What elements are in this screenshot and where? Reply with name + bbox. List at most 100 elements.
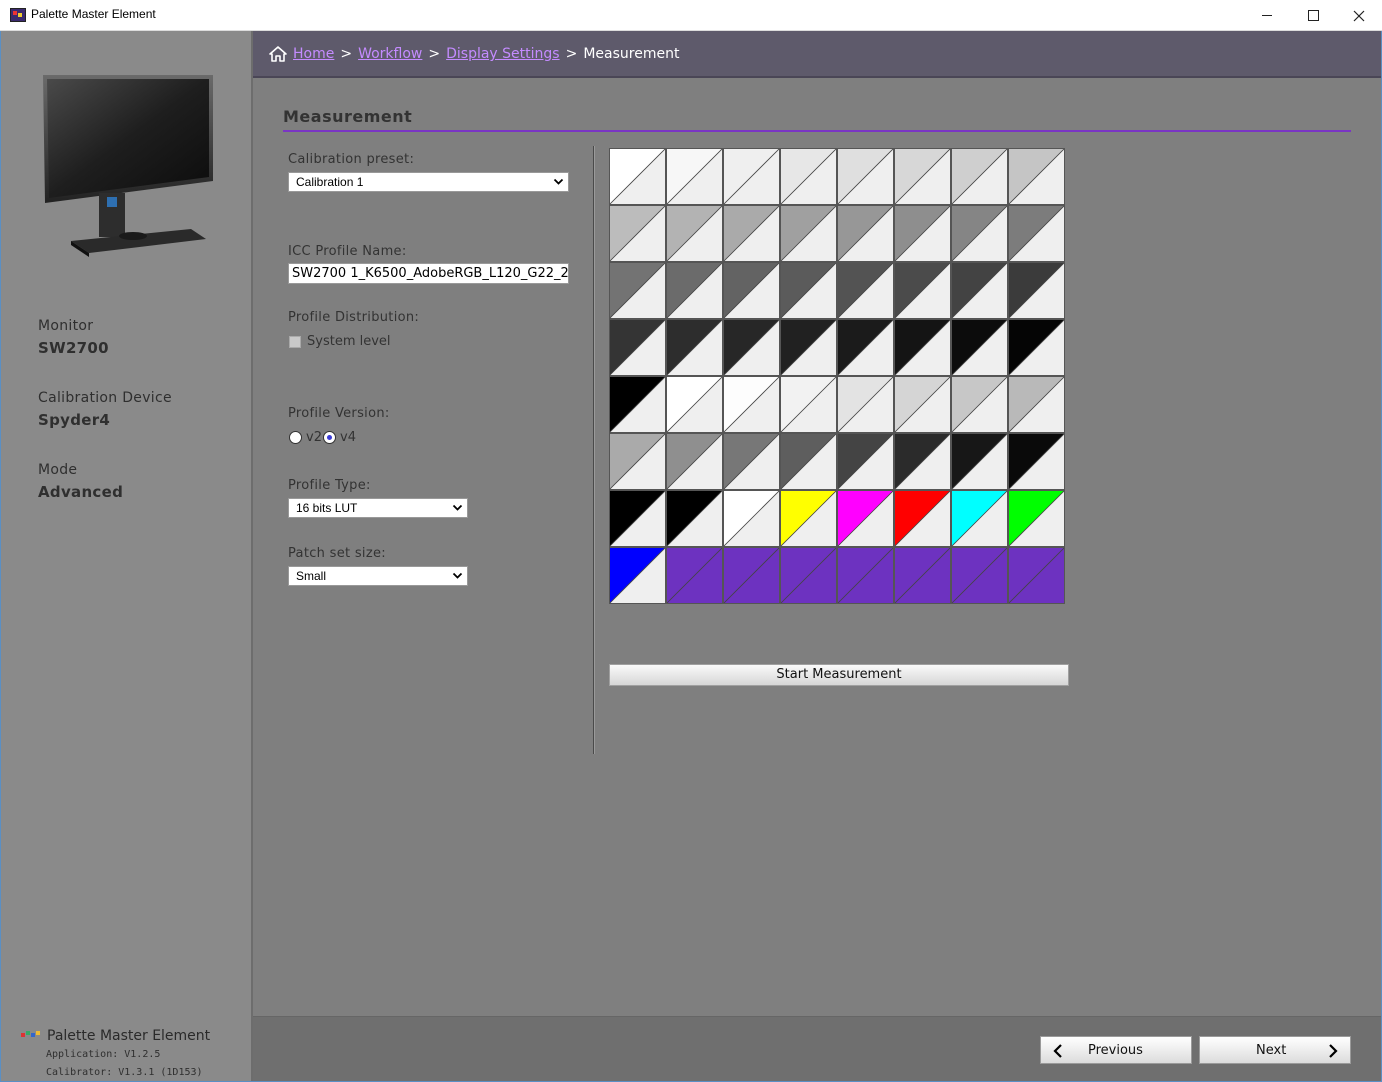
color-patch bbox=[723, 148, 780, 205]
close-icon bbox=[1353, 10, 1365, 21]
home-icon[interactable] bbox=[269, 46, 287, 62]
color-patch bbox=[837, 319, 894, 376]
next-button[interactable]: Next bbox=[1199, 1036, 1351, 1064]
maximize-button[interactable] bbox=[1290, 0, 1336, 31]
color-patch bbox=[951, 319, 1008, 376]
main-content: Measurement Calibration preset: Calibrat… bbox=[253, 78, 1381, 1016]
color-patch bbox=[666, 376, 723, 433]
patch-set-size-select[interactable]: Small bbox=[288, 566, 468, 586]
profile-version-v2-radio[interactable] bbox=[289, 431, 302, 444]
color-patch bbox=[780, 547, 837, 604]
color-patch bbox=[951, 490, 1008, 547]
calibration-device-label: Calibration Device bbox=[38, 390, 172, 406]
close-button[interactable] bbox=[1336, 0, 1382, 31]
profile-type-select[interactable]: 16 bits LUT bbox=[288, 498, 468, 518]
color-patch bbox=[666, 490, 723, 547]
color-patch bbox=[951, 262, 1008, 319]
breadcrumb-workflow[interactable]: Workflow bbox=[358, 46, 422, 62]
color-patch bbox=[1008, 547, 1065, 604]
color-patch bbox=[609, 376, 666, 433]
color-patch bbox=[609, 148, 666, 205]
chevron-left-icon bbox=[1053, 1044, 1062, 1058]
color-patch bbox=[780, 205, 837, 262]
previous-button[interactable]: Previous bbox=[1040, 1036, 1192, 1064]
color-patch bbox=[837, 262, 894, 319]
title-bar: Palette Master Element bbox=[0, 0, 1382, 31]
color-patch bbox=[837, 148, 894, 205]
app-icon bbox=[10, 8, 26, 22]
color-patch bbox=[837, 490, 894, 547]
chevron-right-icon bbox=[1329, 1044, 1338, 1058]
color-patch bbox=[894, 148, 951, 205]
color-patch bbox=[1008, 319, 1065, 376]
mode-value: Advanced bbox=[38, 483, 124, 501]
icc-profile-name-input[interactable]: SW2700 1_K6500_AdobeRGB_L120_G22_2 bbox=[288, 263, 569, 284]
brand-name: Palette Master Element bbox=[47, 1028, 211, 1044]
window-title: Palette Master Element bbox=[31, 7, 156, 21]
color-patch bbox=[666, 148, 723, 205]
patch-set-size-value: Small bbox=[296, 569, 327, 583]
color-patch bbox=[723, 547, 780, 604]
color-patch bbox=[609, 490, 666, 547]
header: Home > Workflow > Display Settings > Measureme… bbox=[253, 31, 1381, 78]
color-patch bbox=[780, 490, 837, 547]
color-patch bbox=[894, 262, 951, 319]
profile-distribution-label: Profile Distribution: bbox=[288, 310, 420, 325]
color-patch bbox=[666, 205, 723, 262]
color-patch bbox=[723, 376, 780, 433]
minimize-button[interactable] bbox=[1244, 0, 1290, 31]
color-patch bbox=[666, 547, 723, 604]
breadcrumb-home[interactable]: Home bbox=[293, 46, 334, 62]
color-patch bbox=[837, 433, 894, 490]
patch-grid bbox=[609, 148, 1067, 606]
chevron-down-icon bbox=[452, 504, 463, 511]
monitor-image bbox=[43, 75, 213, 257]
color-patch bbox=[837, 376, 894, 433]
color-patch bbox=[894, 433, 951, 490]
color-patch bbox=[723, 262, 780, 319]
color-patch bbox=[1008, 433, 1065, 490]
title-divider bbox=[283, 130, 1351, 132]
color-patch bbox=[951, 547, 1008, 604]
calibration-preset-value: Calibration 1 bbox=[296, 175, 364, 189]
system-level-checkbox[interactable] bbox=[289, 336, 301, 348]
chevron-down-icon bbox=[452, 572, 463, 579]
color-patch bbox=[1008, 490, 1065, 547]
color-patch bbox=[780, 433, 837, 490]
color-patch bbox=[780, 376, 837, 433]
mode-label: Mode bbox=[38, 462, 78, 478]
color-patch bbox=[894, 205, 951, 262]
breadcrumb-current: Measurement bbox=[583, 46, 680, 62]
footer: Previous Next bbox=[253, 1016, 1381, 1082]
color-patch bbox=[723, 490, 780, 547]
monitor-value: SW2700 bbox=[38, 339, 109, 357]
monitor-label: Monitor bbox=[38, 318, 94, 334]
color-patch bbox=[609, 205, 666, 262]
color-patch bbox=[894, 547, 951, 604]
calibrator-version: Calibrator: V1.3.1 (1D153) bbox=[46, 1067, 203, 1078]
color-patch bbox=[780, 319, 837, 376]
previous-label: Previous bbox=[1088, 1043, 1143, 1058]
app-version: Application: V1.2.5 bbox=[46, 1049, 161, 1060]
calibration-preset-select[interactable]: Calibration 1 bbox=[288, 172, 569, 192]
page-title: Measurement bbox=[283, 107, 413, 126]
color-patch bbox=[609, 262, 666, 319]
icc-profile-name-label: ICC Profile Name: bbox=[288, 244, 407, 259]
color-patch bbox=[723, 319, 780, 376]
chevron-down-icon bbox=[553, 178, 564, 185]
next-label: Next bbox=[1256, 1043, 1287, 1058]
color-patch bbox=[609, 319, 666, 376]
profile-version-label: Profile Version: bbox=[288, 406, 390, 421]
color-patch bbox=[723, 433, 780, 490]
start-measurement-button[interactable]: Start Measurement bbox=[609, 664, 1069, 686]
color-patch bbox=[1008, 148, 1065, 205]
color-patch bbox=[780, 148, 837, 205]
breadcrumb-display-settings[interactable]: Display Settings bbox=[446, 46, 559, 62]
profile-version-v2-label: v2 bbox=[306, 430, 322, 445]
profile-version-v4-label: v4 bbox=[340, 430, 356, 445]
profile-version-v4-radio[interactable] bbox=[323, 431, 336, 444]
color-patch bbox=[723, 205, 780, 262]
color-patch bbox=[894, 376, 951, 433]
patch-set-size-label: Patch set size: bbox=[288, 546, 386, 561]
color-patch bbox=[951, 205, 1008, 262]
